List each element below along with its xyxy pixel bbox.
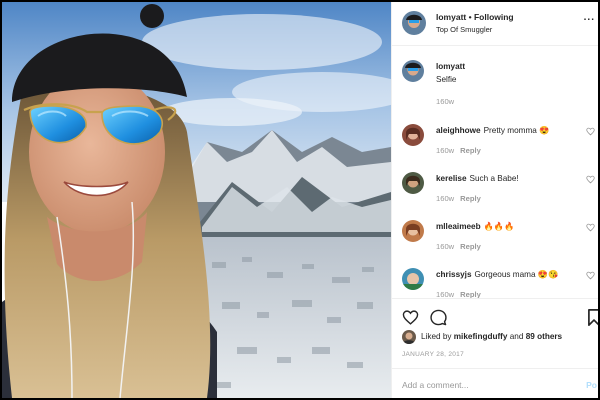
comment-heart-icon[interactable] [586,223,595,232]
caption-body: Selfie [436,75,457,84]
heart-icon[interactable] [402,309,419,326]
caption-author-avatar[interactable] [402,60,424,82]
caption-time[interactable]: 160w [436,97,454,106]
likes-others-link[interactable]: 89 others [526,332,562,341]
likes-prefix: Liked by [421,332,452,342]
comment-time[interactable]: 160w [436,146,454,155]
commenter-username[interactable]: chrissyjs [436,270,472,279]
reply-button[interactable]: Reply [460,194,481,203]
commenter-avatar[interactable] [402,220,424,242]
comment-meta: 160w Reply [436,242,481,251]
caption-text: lomyatt Selfie [436,62,465,84]
comment-text-line: chrissyjs Gorgeous mama 😍😘 [436,270,558,280]
commenter-avatar[interactable] [402,124,424,146]
reply-button[interactable]: Reply [460,146,481,155]
likes-summary: Liked by mikefingduffy and 89 others [402,330,562,344]
likes-middle: and [509,332,524,342]
author-username[interactable]: lomyatt [436,12,466,22]
post-header: lomyatt • Following Top Of Smuggler ... [392,2,598,46]
comment-time[interactable]: 160w [436,242,454,251]
comment-meta: 160w Reply [436,146,481,155]
selfie-image [2,2,391,398]
comment-input[interactable]: Add a comment... [402,380,469,390]
add-comment-bar: Add a comment... Po [392,368,598,398]
comment-text-line: aleighhowe Pretty momma 😍 [436,126,549,136]
liker-avatar[interactable] [402,330,416,344]
comment-heart-icon[interactable] [586,175,595,184]
commenter-username[interactable]: mlleaimeeb [436,222,481,231]
caption-username[interactable]: lomyatt [436,62,465,71]
comment-item: kerelise Such a Babe! 160w Reply [392,164,598,210]
comment-heart-icon[interactable] [586,127,595,136]
commenter-username[interactable]: kerelise [436,174,467,183]
screenshot-frame: lomyatt • Following Top Of Smuggler ... … [0,0,600,400]
comment-text-line: kerelise Such a Babe! [436,174,519,183]
commenter-avatar[interactable] [402,268,424,290]
comment-bubble-icon[interactable] [430,309,447,326]
action-bar [392,298,598,332]
comment-item: aleighhowe Pretty momma 😍 160w Reply [392,116,598,162]
commenter-avatar[interactable] [402,172,424,194]
comment-meta: 160w Reply [436,194,481,203]
instagram-post: lomyatt • Following Top Of Smuggler ... … [2,2,598,398]
comment-body: Pretty momma 😍 [483,126,550,135]
comment-body: Such a Babe! [469,174,519,183]
comment-body: 🔥🔥🔥 [483,222,515,231]
more-options-icon[interactable]: ... [584,12,595,23]
comment-body: Gorgeous mama 😍😘 [474,270,559,279]
location-link[interactable]: Top Of Smuggler [436,25,492,34]
post-photo[interactable] [2,2,391,398]
liker-username[interactable]: mikefingduffy [454,332,508,341]
comment-time[interactable]: 160w [436,194,454,203]
comment-text-line: mlleaimeeb 🔥🔥🔥 [436,222,514,232]
post-side-panel: lomyatt • Following Top Of Smuggler ... … [391,2,598,398]
reply-button[interactable]: Reply [460,242,481,251]
author-avatar[interactable] [402,11,426,35]
commenter-username[interactable]: aleighhowe [436,126,481,135]
comment-heart-icon[interactable] [586,271,595,280]
comment-item: mlleaimeeb 🔥🔥🔥 160w Reply [392,212,598,258]
following-button[interactable]: Following [474,12,514,22]
bookmark-icon[interactable] [588,309,598,326]
header-separator: • [468,12,472,22]
post-date[interactable]: JANUARY 28, 2017 [402,351,464,358]
post-comment-button[interactable]: Po [586,380,597,390]
author-username-line: lomyatt • Following [436,12,514,22]
caption: lomyatt Selfie 160w [392,52,598,107]
